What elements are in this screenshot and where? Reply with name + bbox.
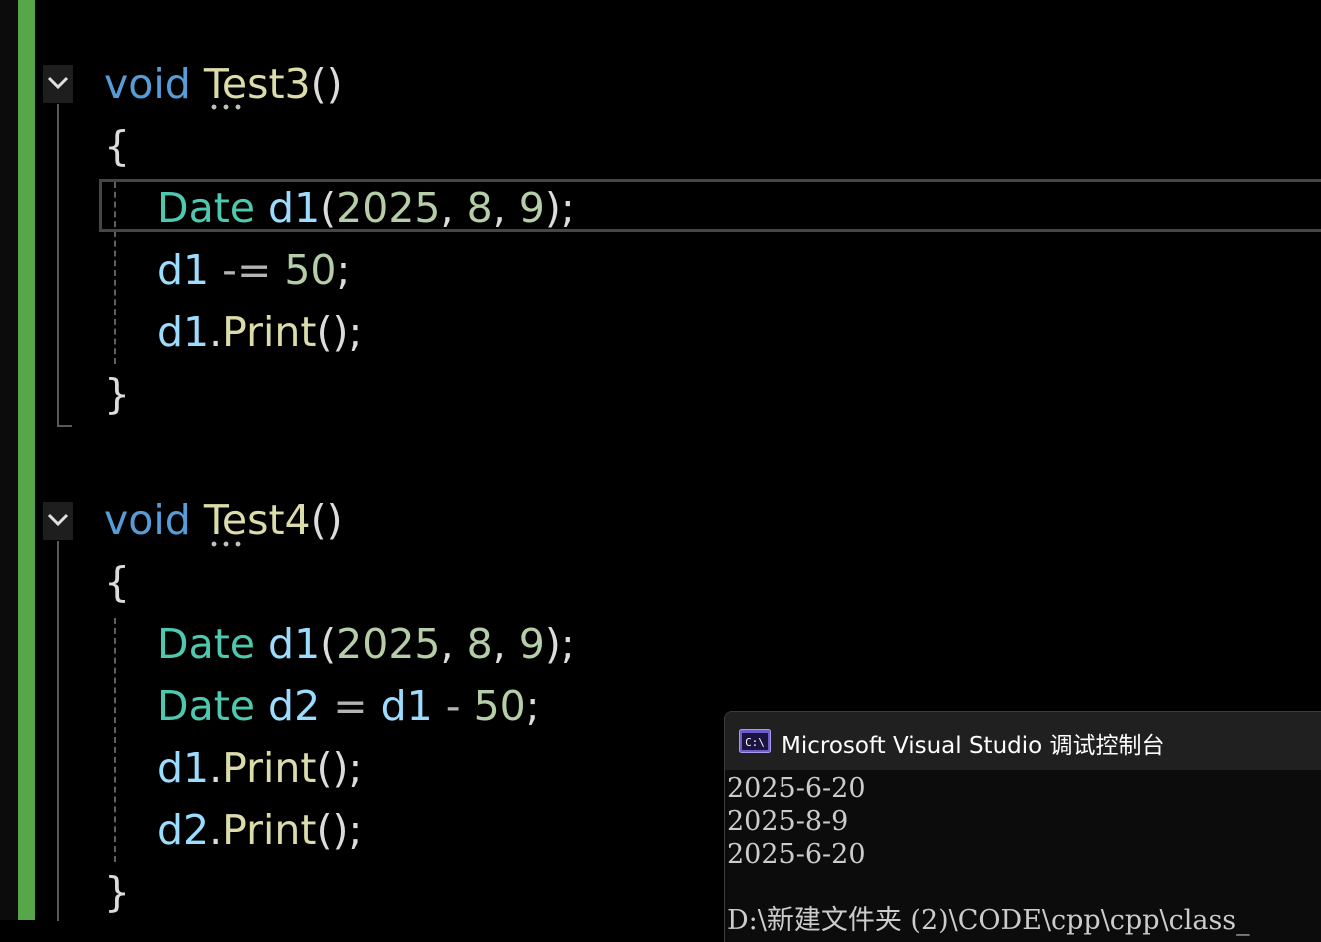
code-line-close-brace: }	[104, 370, 131, 418]
svg-text:C:\: C:\	[745, 736, 765, 749]
code-line-open-brace: {	[104, 122, 131, 170]
fold-region-line	[57, 541, 59, 921]
punctuation: ()	[310, 60, 343, 108]
chevron-down-icon	[47, 513, 69, 527]
punctuation: ()	[310, 496, 343, 544]
code-line-open-brace: {	[104, 558, 131, 606]
code-line: d2.Print();	[157, 806, 363, 854]
quick-actions-hint[interactable]	[208, 104, 244, 110]
type-name: Date	[157, 682, 255, 730]
fold-toggle-test3[interactable]	[43, 65, 73, 103]
keyword: void	[104, 60, 191, 108]
type-name: Date	[157, 184, 255, 232]
console-output-line: 2025-8-9	[727, 806, 849, 837]
console-output-line: 2025-6-20	[727, 839, 866, 870]
change-indicator-bar	[18, 0, 35, 920]
keyword: void	[104, 496, 191, 544]
code-line: Date d2 = d1 - 50;	[157, 682, 540, 730]
console-titlebar[interactable]: C:\ Microsoft Visual Studio 调试控制台	[725, 712, 1321, 770]
function-name[interactable]: Test3	[204, 60, 311, 108]
chevron-down-icon	[47, 76, 69, 90]
fold-region-line	[57, 104, 59, 426]
code-line: d1 -= 50;	[157, 246, 351, 294]
console-output-line: D:\新建文件夹 (2)\CODE\cpp\cpp\class_	[727, 905, 1250, 936]
type-name: Date	[157, 620, 255, 668]
indent-guide	[114, 618, 116, 862]
function-name[interactable]: Test4	[204, 496, 311, 544]
console-output: 2025-6-20 2025-8-9 2025-6-20 D:\新建文件夹 (2)\…	[727, 772, 1250, 937]
code-line-close-brace: }	[104, 868, 131, 916]
debug-console-window[interactable]: C:\ Microsoft Visual Studio 调试控制台 2025-6…	[724, 711, 1321, 942]
code-line: Date d1(2025, 8, 9);	[157, 184, 575, 232]
quick-actions-hint[interactable]	[208, 541, 244, 547]
fold-toggle-test4[interactable]	[43, 502, 73, 540]
code-line: Date d1(2025, 8, 9);	[157, 620, 575, 668]
code-line: d1.Print();	[157, 744, 363, 792]
code-line: d1.Print();	[157, 308, 363, 356]
editor-gutter	[0, 0, 18, 920]
console-output-line: 2025-6-20	[727, 773, 866, 804]
console-app-icon: C:\	[739, 729, 771, 753]
fold-region-end	[57, 425, 72, 427]
console-title: Microsoft Visual Studio 调试控制台	[781, 733, 1165, 759]
